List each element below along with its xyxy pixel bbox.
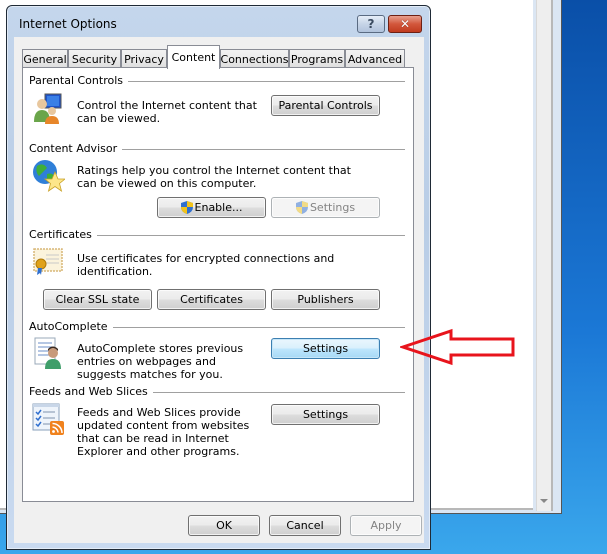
autocomplete-heading: AutoComplete bbox=[29, 320, 113, 333]
tab-content[interactable]: Content bbox=[167, 45, 220, 69]
uac-shield-icon bbox=[295, 201, 308, 214]
feeds-heading: Feeds and Web Slices bbox=[29, 385, 153, 398]
content-advisor-settings-button: Settings bbox=[271, 197, 380, 218]
dialog-title: Internet Options bbox=[19, 17, 117, 31]
clear-ssl-state-button[interactable]: Clear SSL state bbox=[43, 289, 152, 310]
parental-controls-heading: Parental Controls bbox=[29, 74, 128, 87]
tab-security[interactable]: Security bbox=[68, 49, 121, 68]
scroll-down-arrow-icon[interactable] bbox=[540, 499, 548, 503]
enable-button-label: Enable... bbox=[194, 201, 243, 214]
ok-button[interactable]: OK bbox=[188, 515, 260, 536]
close-icon: ✕ bbox=[399, 17, 411, 31]
feeds-description: Feeds and Web Slices provide updated con… bbox=[77, 406, 250, 458]
globe-star-icon bbox=[31, 158, 67, 192]
parental-controls-button[interactable]: Parental Controls bbox=[271, 95, 380, 116]
tab-privacy[interactable]: Privacy bbox=[121, 49, 167, 68]
certificates-heading: Certificates bbox=[29, 228, 97, 241]
annotation-arrow-shape bbox=[400, 328, 515, 366]
background-scrollbar[interactable] bbox=[536, 0, 553, 511]
help-button[interactable]: ? bbox=[357, 15, 385, 33]
content-advisor-enable-button[interactable]: Enable... bbox=[157, 197, 266, 218]
content-advisor-description: Ratings help you control the Internet co… bbox=[77, 164, 351, 190]
settings-button-label: Settings bbox=[309, 201, 356, 214]
tab-programs[interactable]: Programs bbox=[289, 49, 345, 68]
dialog-client-area: General Security Privacy Content Connect… bbox=[14, 37, 424, 543]
certificates-description: Use certificates for encrypted connectio… bbox=[77, 252, 335, 278]
autocomplete-icon bbox=[31, 336, 65, 370]
title-bar[interactable]: Internet Options ? ✕ bbox=[7, 6, 430, 38]
autocomplete-description: AutoComplete stores previous entries on … bbox=[77, 342, 244, 381]
content-tab-panel: Parental Controls Control the Internet c… bbox=[22, 67, 414, 502]
content-advisor-heading: Content Advisor bbox=[29, 142, 123, 155]
publishers-button[interactable]: Publishers bbox=[271, 289, 380, 310]
annotation-arrow-icon bbox=[400, 328, 515, 366]
internet-options-dialog: Internet Options ? ✕ General Security Pr… bbox=[6, 5, 431, 550]
feeds-settings-button[interactable]: Settings bbox=[271, 404, 380, 425]
parental-controls-icon bbox=[31, 92, 65, 126]
close-button[interactable]: ✕ bbox=[388, 15, 422, 33]
tab-advanced[interactable]: Advanced bbox=[345, 49, 405, 68]
certificate-icon bbox=[31, 244, 65, 278]
tab-connections[interactable]: Connections bbox=[220, 49, 289, 68]
parental-controls-description: Control the Internet content that can be… bbox=[77, 99, 257, 125]
apply-button: Apply bbox=[350, 515, 422, 536]
help-icon: ? bbox=[367, 17, 375, 31]
feeds-icon bbox=[31, 402, 65, 436]
certificates-button[interactable]: Certificates bbox=[157, 289, 266, 310]
cancel-button[interactable]: Cancel bbox=[269, 515, 341, 536]
autocomplete-settings-button[interactable]: Settings bbox=[271, 338, 380, 359]
uac-shield-icon bbox=[180, 201, 193, 214]
tab-general[interactable]: General bbox=[22, 49, 68, 68]
